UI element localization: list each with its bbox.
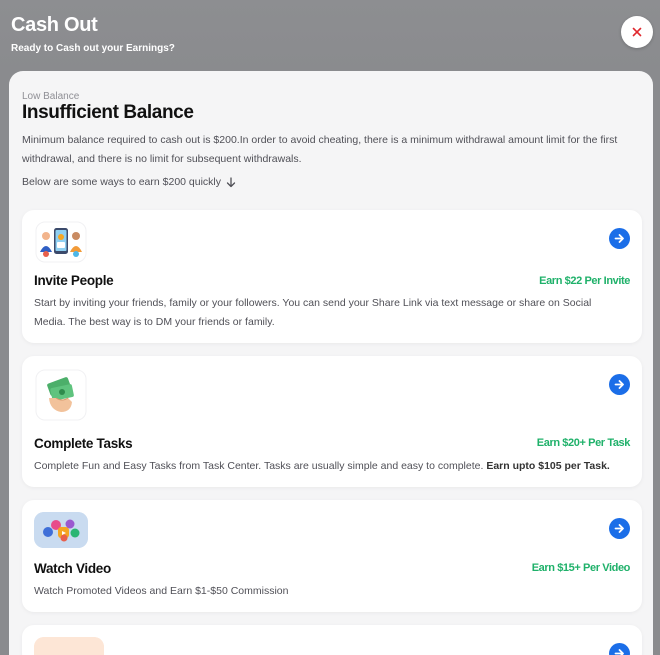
arrow-right-icon bbox=[614, 234, 624, 243]
earn-ways-text: Below are some ways to earn $200 quickly bbox=[22, 176, 222, 188]
page-title: Cash Out bbox=[11, 14, 98, 36]
watch-video-description: Watch Promoted Videos and Earn $1-$50 Co… bbox=[34, 585, 289, 597]
earn-option-card[interactable] bbox=[22, 625, 642, 655]
complete-tasks-card[interactable]: Complete Tasks Earn $20+ Per Task Comple… bbox=[22, 356, 642, 487]
watch-video-arrow-button[interactable] bbox=[609, 518, 630, 539]
money-hand-icon bbox=[34, 368, 88, 422]
arrow-right-icon bbox=[614, 524, 624, 533]
watch-video-card[interactable]: Watch Video Earn $15+ Per Video Watch Pr… bbox=[22, 500, 642, 612]
complete-tasks-description: Complete Fun and Easy Tasks from Task Ce… bbox=[34, 457, 624, 476]
earn-option-icon bbox=[34, 637, 104, 655]
arrow-right-icon bbox=[614, 649, 624, 655]
complete-tasks-arrow-button[interactable] bbox=[609, 374, 630, 395]
close-button[interactable] bbox=[621, 16, 653, 48]
minimum-balance-description: Minimum balance required to cash out is … bbox=[22, 134, 618, 165]
watch-video-title: Watch Video bbox=[34, 561, 111, 576]
invite-people-card[interactable]: Invite People Earn $22 Per Invite Start … bbox=[22, 210, 642, 343]
close-icon bbox=[632, 27, 642, 37]
invite-people-description: Start by inviting your friends, family o… bbox=[34, 297, 592, 328]
invite-people-icon bbox=[34, 220, 88, 264]
complete-tasks-description-bold: Earn upto $105 per Task. bbox=[486, 460, 610, 472]
invite-people-earn: Earn $22 Per Invite bbox=[539, 275, 630, 287]
earn-ways-hint: Below are some ways to earn $200 quickly bbox=[22, 176, 236, 188]
watch-video-earn: Earn $15+ Per Video bbox=[531, 562, 631, 574]
insufficient-balance-title: Insufficient Balance bbox=[22, 102, 194, 123]
complete-tasks-title: Complete Tasks bbox=[34, 436, 133, 451]
page-subtitle: Ready to Cash out your Earnings? bbox=[11, 43, 175, 54]
social-video-icon bbox=[34, 512, 88, 548]
header: Cash Out Ready to Cash out your Earnings… bbox=[0, 0, 660, 72]
complete-tasks-description-text: Complete Fun and Easy Tasks from Task Ce… bbox=[34, 460, 484, 472]
invite-people-arrow-button[interactable] bbox=[609, 228, 630, 249]
low-balance-label: Low Balance bbox=[22, 91, 80, 102]
invite-people-title: Invite People bbox=[34, 273, 114, 288]
complete-tasks-earn: Earn $20+ Per Task bbox=[536, 437, 631, 449]
earn-option-arrow-button[interactable] bbox=[609, 643, 630, 655]
arrow-right-icon bbox=[614, 380, 624, 389]
arrow-down-icon bbox=[226, 176, 236, 187]
